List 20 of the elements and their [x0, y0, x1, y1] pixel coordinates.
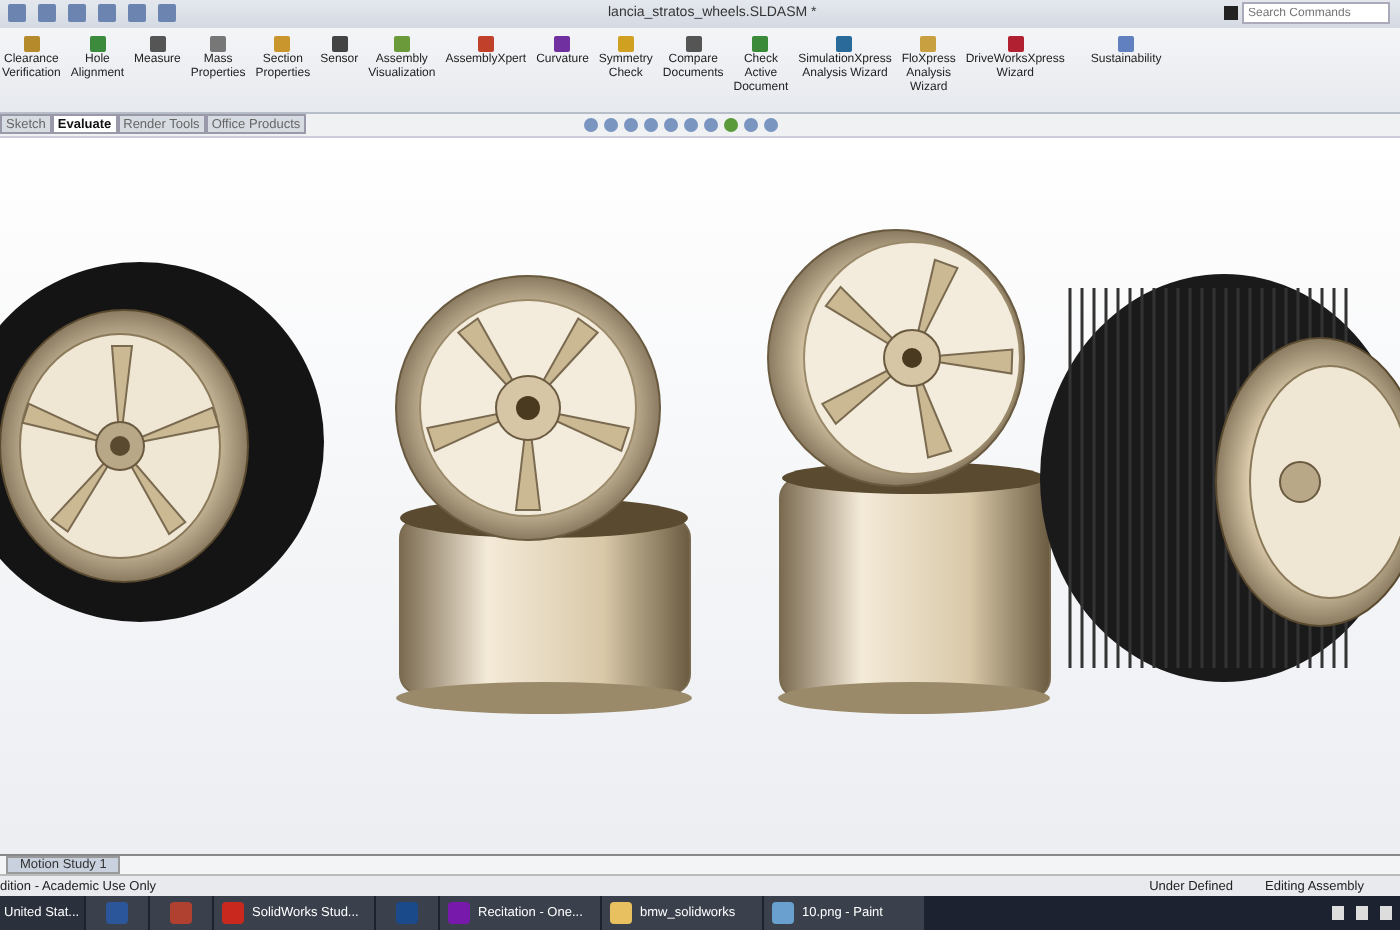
tool-icon	[685, 35, 702, 52]
tool-icon	[89, 35, 106, 52]
tool-icon	[554, 35, 571, 52]
app-icon	[396, 902, 418, 924]
tool-icon	[23, 35, 40, 52]
tool-icon	[331, 35, 348, 52]
tool-icon	[617, 35, 634, 52]
tool-icon	[477, 35, 494, 52]
taskbar-button[interactable]	[150, 896, 212, 930]
tool-icon	[393, 35, 410, 52]
tool-icon	[274, 35, 291, 52]
search-icon	[1224, 6, 1238, 21]
tool-icon	[1007, 35, 1024, 52]
tool-icon	[920, 35, 937, 52]
tool-icon	[836, 35, 853, 52]
tool-icon	[1118, 35, 1135, 52]
taskbar-button[interactable]	[86, 896, 148, 930]
tool-icon	[752, 35, 769, 52]
tool-icon	[149, 35, 166, 52]
tool-icon	[210, 35, 227, 52]
